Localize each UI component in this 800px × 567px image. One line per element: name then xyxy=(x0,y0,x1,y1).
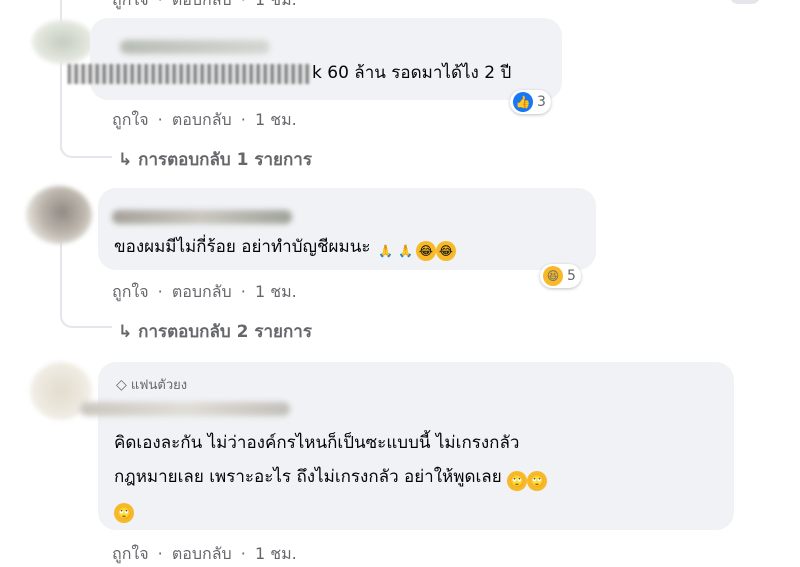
reaction-summary[interactable]: 👍 3 xyxy=(510,90,551,114)
comment-text: k 60 ล้าน รอดมาได้ไง 2 ปี xyxy=(312,63,512,83)
reaction-count: 3 xyxy=(537,94,546,110)
text-obscured xyxy=(68,64,310,84)
reply-link[interactable]: ตอบกลับ xyxy=(172,282,232,301)
avatar[interactable] xyxy=(32,20,94,64)
comment-text-line: 🙄 xyxy=(114,498,134,523)
like-link[interactable]: ถูกใจ xyxy=(112,282,149,301)
comment-text-line: คิดเองละกัน ไม่ว่าองค์กรไหนก็เป็นซะแบบนี… xyxy=(114,433,520,453)
like-link[interactable]: ถูกใจ xyxy=(112,110,149,129)
timestamp[interactable]: 1 ชม. xyxy=(255,282,297,301)
like-icon: 👍 xyxy=(513,92,533,112)
comment-actions: ถูกใจ · ตอบกลับ · 1 ชม. xyxy=(112,282,297,301)
author-name-obscured[interactable] xyxy=(80,402,290,416)
timestamp[interactable]: 1 ชม. xyxy=(255,544,297,563)
thread-connector xyxy=(60,290,112,328)
eye-roll-icon: 🙄 xyxy=(114,503,134,523)
eye-roll-icon: 🙄 xyxy=(527,471,548,491)
timestamp[interactable]: 1 ชม. xyxy=(255,110,297,129)
reaction-count: 5 xyxy=(567,268,576,284)
comment-actions: ถูกใจ · ตอบกลับ · 1 ชม. xyxy=(112,110,297,129)
top-fan-badge[interactable]: ◇ แฟนตัวยง xyxy=(116,374,187,395)
eye-roll-icon: 🙄 xyxy=(507,471,528,491)
like-link[interactable]: ถูกใจ xyxy=(112,544,149,563)
view-replies-link[interactable]: ↳ การตอบกลับ 1 รายการ xyxy=(118,146,312,173)
reaction-summary[interactable]: 😆 5 xyxy=(540,264,581,288)
reply-link[interactable]: ตอบกลับ xyxy=(172,110,232,129)
haha-icon: 😆 xyxy=(543,266,563,286)
avatar[interactable] xyxy=(26,186,92,244)
like-link[interactable]: ถูกใจ xyxy=(112,0,149,9)
author-name-obscured[interactable] xyxy=(120,40,270,54)
comment-actions: ถูกใจ · ตอบกลับ · 1 ชม. xyxy=(112,0,301,13)
partial-avatar xyxy=(730,0,760,4)
timestamp[interactable]: 1 ชม. xyxy=(255,0,297,9)
folded-hands-icon: 🙏 xyxy=(398,244,414,258)
laughing-icon: 😂 xyxy=(435,241,456,261)
reply-arrow-icon: ↳ xyxy=(118,322,133,342)
reply-arrow-icon: ↳ xyxy=(118,150,133,170)
view-replies-link[interactable]: ↳ การตอบกลับ 2 รายการ xyxy=(118,318,312,345)
diamond-icon: ◇ xyxy=(116,377,127,393)
reply-link[interactable]: ตอบกลับ xyxy=(172,0,232,9)
comment-bubble xyxy=(90,18,562,100)
comment-actions: ถูกใจ · ตอบกลับ · 1 ชม. xyxy=(112,544,297,563)
comment-text-line: กฎหมายเลย เพราะอะไร ถึงไม่เกรงกลัว อย่าใ… xyxy=(114,466,548,491)
author-name-obscured[interactable] xyxy=(112,210,292,224)
folded-hands-icon: 🙏 xyxy=(378,244,394,258)
thread-connector xyxy=(60,120,112,158)
reply-link[interactable]: ตอบกลับ xyxy=(172,544,232,563)
comment-text: ของผมมีไม่กี่ร้อย อย่าทำบัญชีผมนะ 🙏 🙏 😂 😂 xyxy=(114,236,456,261)
laughing-icon: 😂 xyxy=(415,241,436,261)
